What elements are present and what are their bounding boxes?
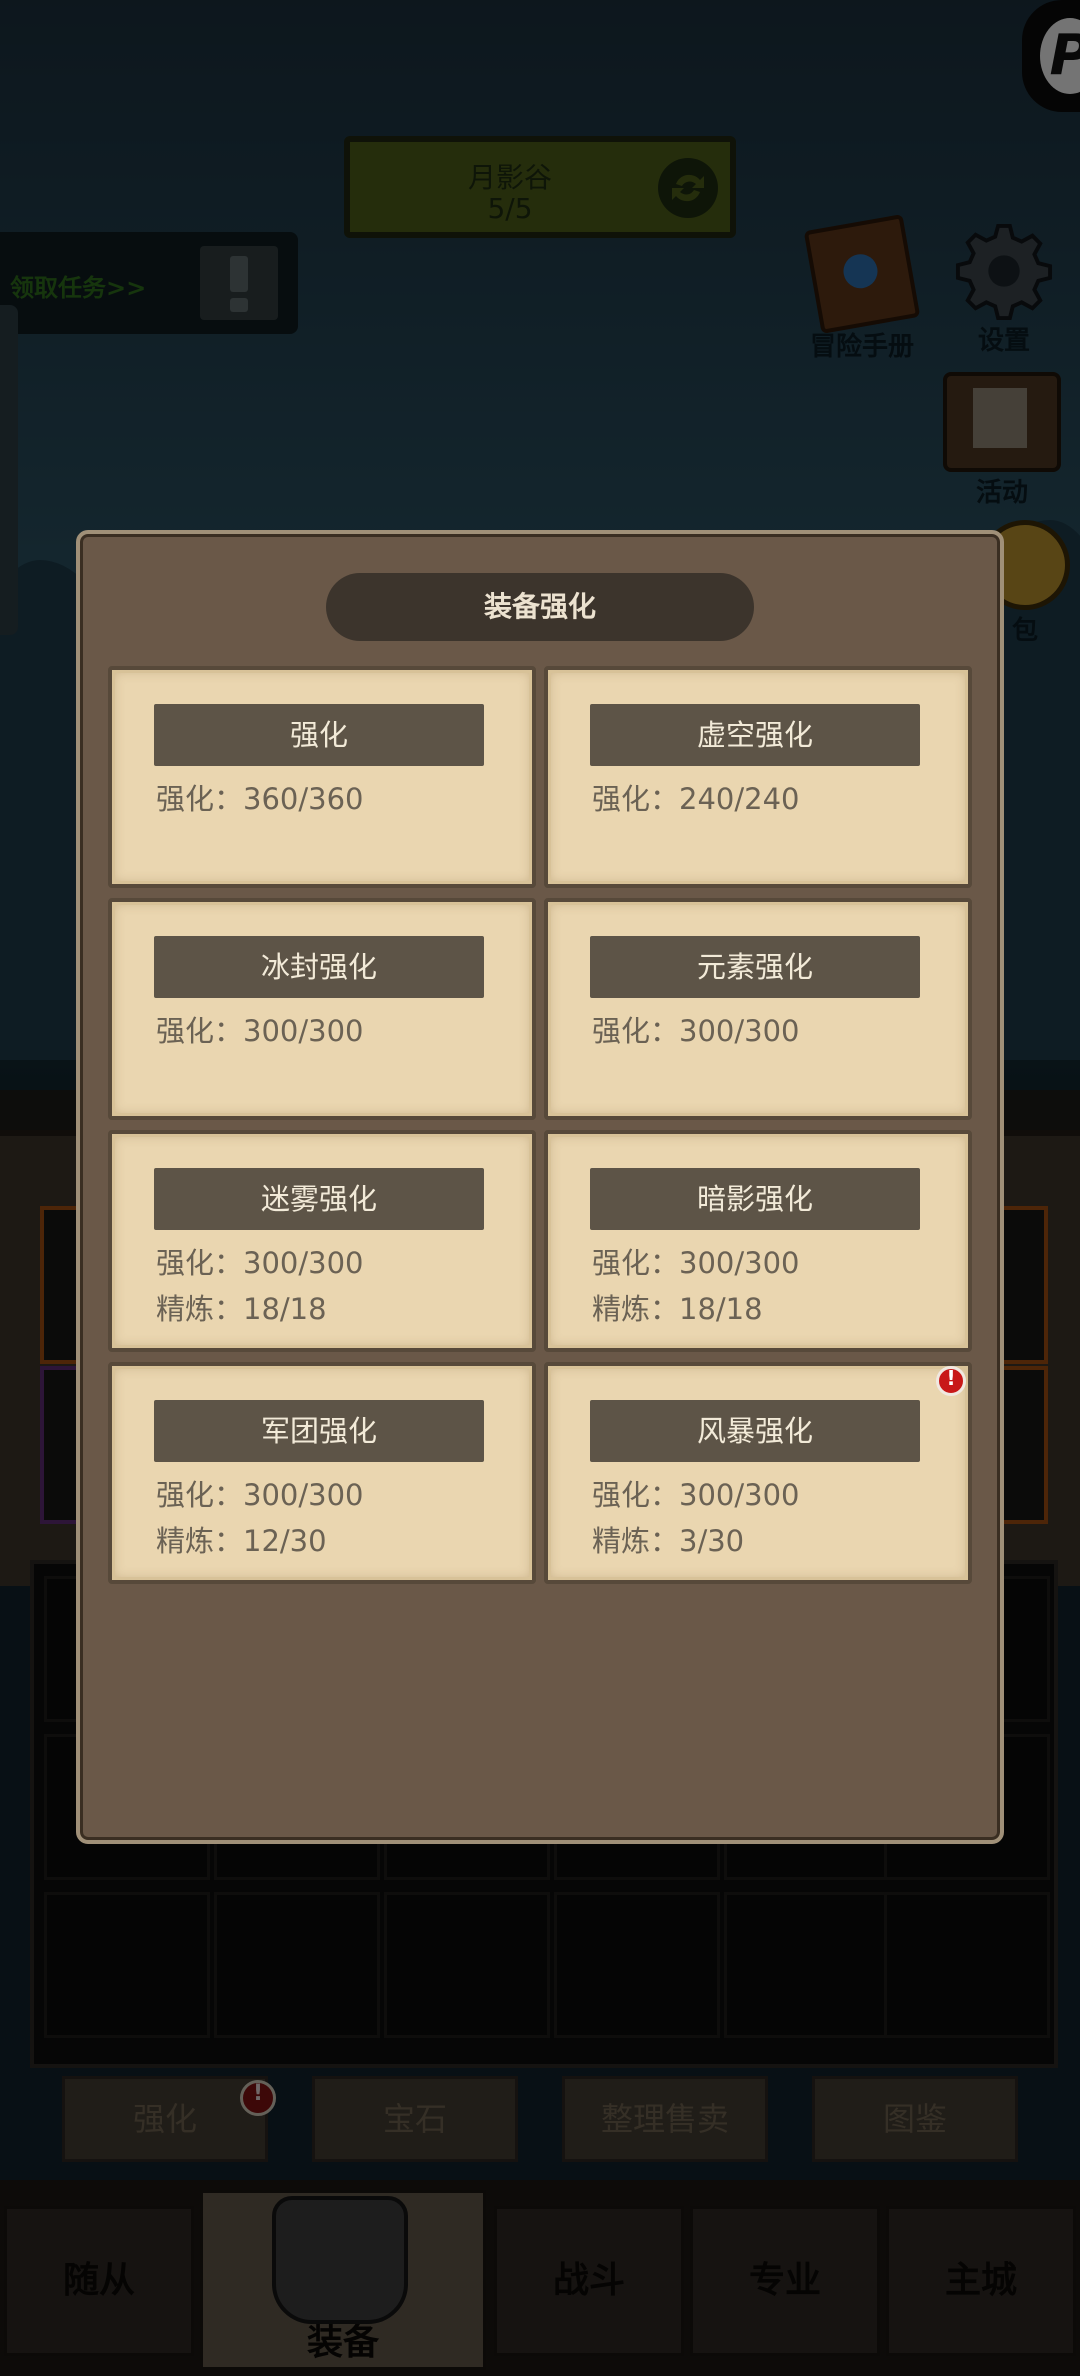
card-refine-line: 精炼：18/18 bbox=[592, 1292, 763, 1326]
card-title: 冰封强化 bbox=[154, 936, 484, 998]
card-stat-line: 强化：300/300 bbox=[156, 1014, 364, 1048]
enhance-card[interactable]: 风暴强化 强化：300/300 精炼：3/30 bbox=[544, 1362, 972, 1584]
enhance-card[interactable]: 虚空强化 强化：240/240 bbox=[544, 666, 972, 888]
card-stat-line: 强化：300/300 bbox=[592, 1478, 800, 1512]
card-stat-line: 强化：300/300 bbox=[592, 1246, 800, 1280]
card-stat-line: 强化：240/240 bbox=[592, 782, 800, 816]
enhance-card[interactable]: 军团强化 强化：300/300 精炼：12/30 bbox=[108, 1362, 536, 1584]
card-title: 虚空强化 bbox=[590, 704, 920, 766]
card-title: 军团强化 bbox=[154, 1400, 484, 1462]
card-title: 元素强化 bbox=[590, 936, 920, 998]
card-stat-line: 强化：300/300 bbox=[156, 1246, 364, 1280]
alert-badge-icon bbox=[936, 1366, 966, 1396]
enhance-card[interactable]: 暗影强化 强化：300/300 精炼：18/18 bbox=[544, 1130, 972, 1352]
enhance-card[interactable]: 强化 强化：360/360 bbox=[108, 666, 536, 888]
card-stat-line: 强化：300/300 bbox=[156, 1478, 364, 1512]
enhance-card[interactable]: 元素强化 强化：300/300 bbox=[544, 898, 972, 1120]
card-title: 风暴强化 bbox=[590, 1400, 920, 1462]
card-refine-line: 精炼：3/30 bbox=[592, 1524, 745, 1558]
card-title: 暗影强化 bbox=[590, 1168, 920, 1230]
card-title: 迷雾强化 bbox=[154, 1168, 484, 1230]
card-stat-line: 强化：300/300 bbox=[592, 1014, 800, 1048]
card-title: 强化 bbox=[154, 704, 484, 766]
card-refine-line: 精炼：12/30 bbox=[156, 1524, 327, 1558]
dialog-title: 装备强化 bbox=[326, 573, 754, 641]
enhance-card[interactable]: 迷雾强化 强化：300/300 精炼：18/18 bbox=[108, 1130, 536, 1352]
card-stat-line: 强化：360/360 bbox=[156, 782, 364, 816]
enhance-card[interactable]: 冰封强化 强化：300/300 bbox=[108, 898, 536, 1120]
card-refine-line: 精炼：18/18 bbox=[156, 1292, 327, 1326]
